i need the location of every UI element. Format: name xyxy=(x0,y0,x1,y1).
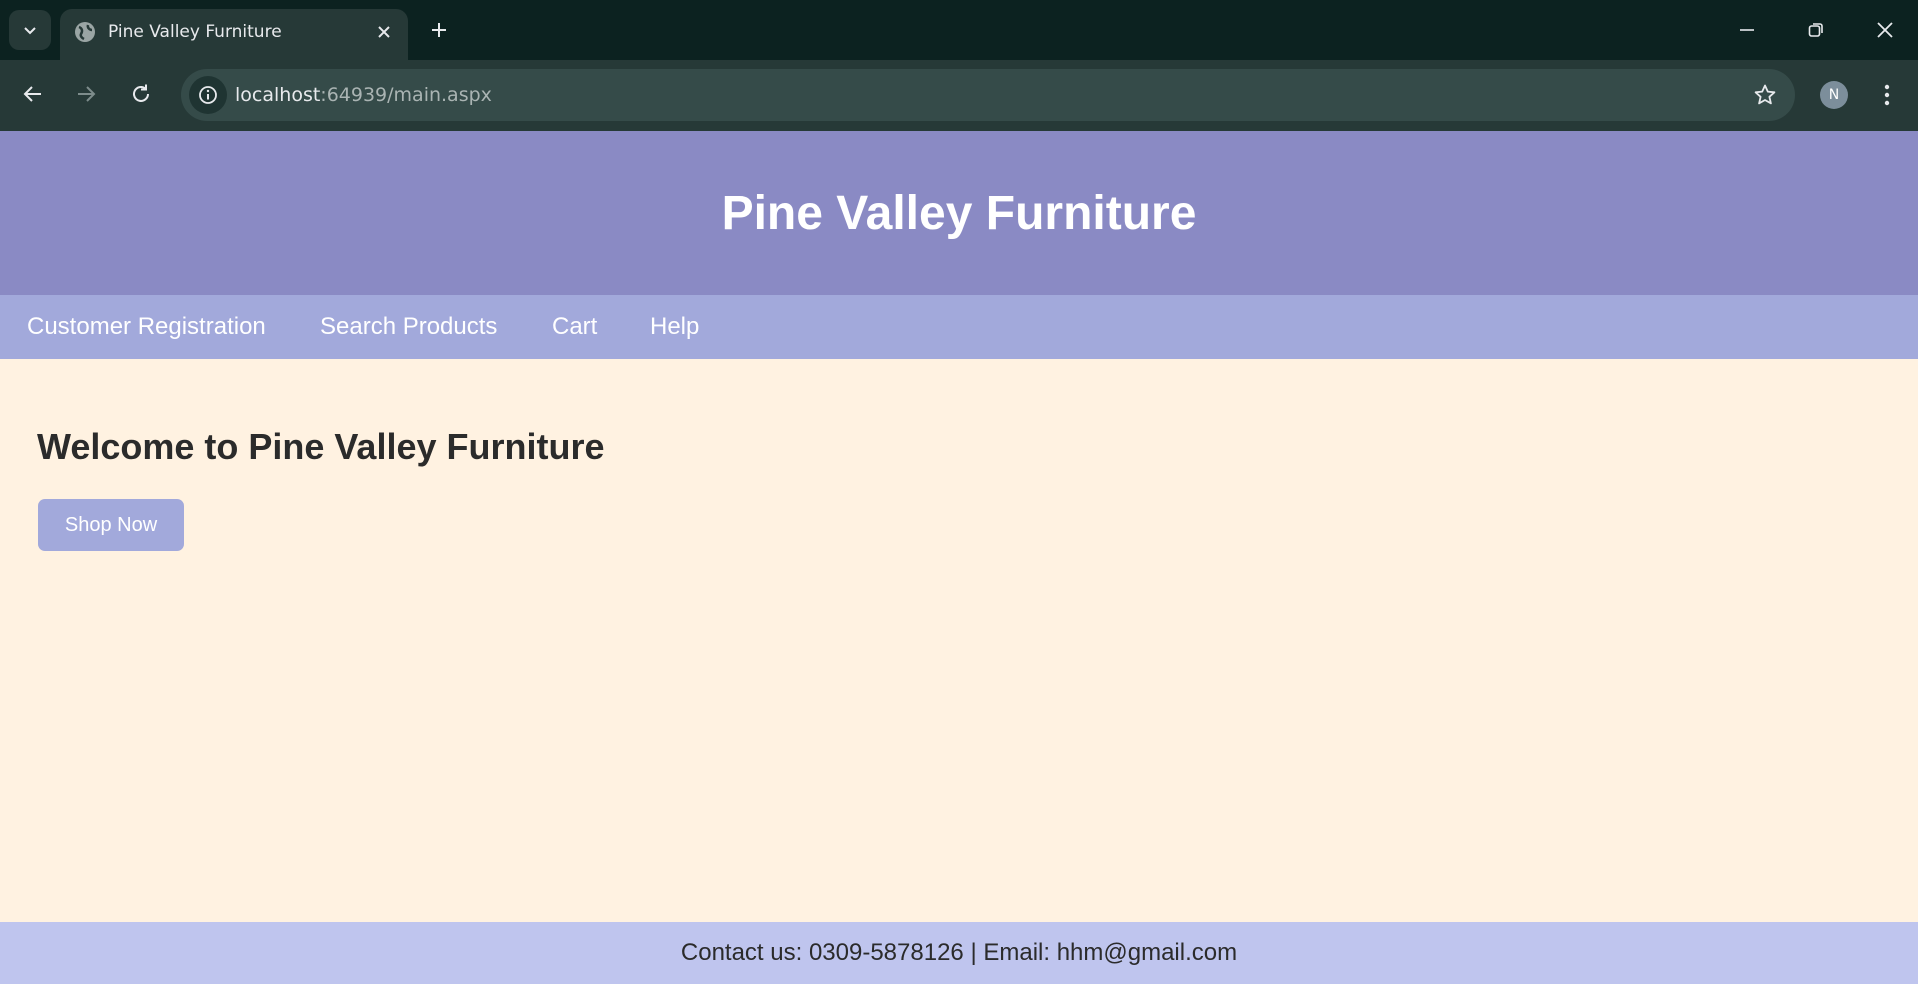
minimize-icon xyxy=(1740,29,1754,31)
url-text[interactable]: localhost:64939/main.aspx xyxy=(235,83,492,107)
tab-close-button[interactable] xyxy=(372,20,396,44)
site-title: Pine Valley Furniture xyxy=(721,186,1197,240)
new-tab-button[interactable] xyxy=(424,15,454,45)
browser-menu-button[interactable] xyxy=(1874,78,1900,112)
close-icon xyxy=(378,26,390,38)
restore-button[interactable] xyxy=(1796,10,1836,50)
welcome-heading: Welcome to Pine Valley Furniture xyxy=(37,426,605,467)
address-bar[interactable]: localhost:64939/main.aspx xyxy=(181,69,1795,121)
tab-title: Pine Valley Furniture xyxy=(108,22,282,42)
more-vert-icon xyxy=(1884,84,1890,106)
star-icon xyxy=(1754,84,1776,105)
browser-toolbar: localhost:64939/main.aspx N xyxy=(0,60,1918,131)
reload-icon xyxy=(133,84,149,102)
site-header: Pine Valley Furniture xyxy=(0,131,1918,295)
forward-button[interactable] xyxy=(68,76,104,112)
info-icon xyxy=(199,86,217,104)
browser-tab-active[interactable]: Pine Valley Furniture xyxy=(60,9,408,60)
nav-search-products[interactable]: Search Products xyxy=(320,314,497,340)
close-window-button[interactable] xyxy=(1865,10,1905,50)
restore-icon xyxy=(1808,23,1823,37)
site-nav: Customer Registration Search Products Ca… xyxy=(0,295,1918,359)
nav-cart[interactable]: Cart xyxy=(552,314,597,340)
site-info-button[interactable] xyxy=(189,76,227,114)
site-footer: Contact us: 0309-5878126 | Email: hhm@gm… xyxy=(0,922,1918,984)
tab-search-button[interactable] xyxy=(9,10,51,50)
bookmark-button[interactable] xyxy=(1751,81,1779,109)
arrow-right-icon xyxy=(78,86,96,102)
url-path: :64939/main.aspx xyxy=(320,84,492,106)
plus-icon xyxy=(432,23,446,37)
footer-contact-text: Contact us: 0309-5878126 | Email: hhm@gm… xyxy=(680,939,1238,966)
arrow-left-icon xyxy=(23,86,41,102)
shop-now-button[interactable]: Shop Now xyxy=(38,499,184,551)
nav-customer-registration[interactable]: Customer Registration xyxy=(27,314,266,340)
nav-help[interactable]: Help xyxy=(650,314,699,340)
minimize-button[interactable] xyxy=(1727,10,1767,50)
reload-button[interactable] xyxy=(123,76,159,112)
close-icon xyxy=(1877,22,1893,38)
back-button[interactable] xyxy=(15,76,51,112)
chevron-down-icon xyxy=(24,27,36,35)
browser-tabstrip: Pine Valley Furniture xyxy=(0,0,1918,60)
profile-avatar[interactable]: N xyxy=(1820,81,1848,109)
url-host: localhost xyxy=(235,84,321,106)
main-content: Welcome to Pine Valley Furniture Shop No… xyxy=(0,359,1918,922)
globe-icon xyxy=(75,22,95,42)
